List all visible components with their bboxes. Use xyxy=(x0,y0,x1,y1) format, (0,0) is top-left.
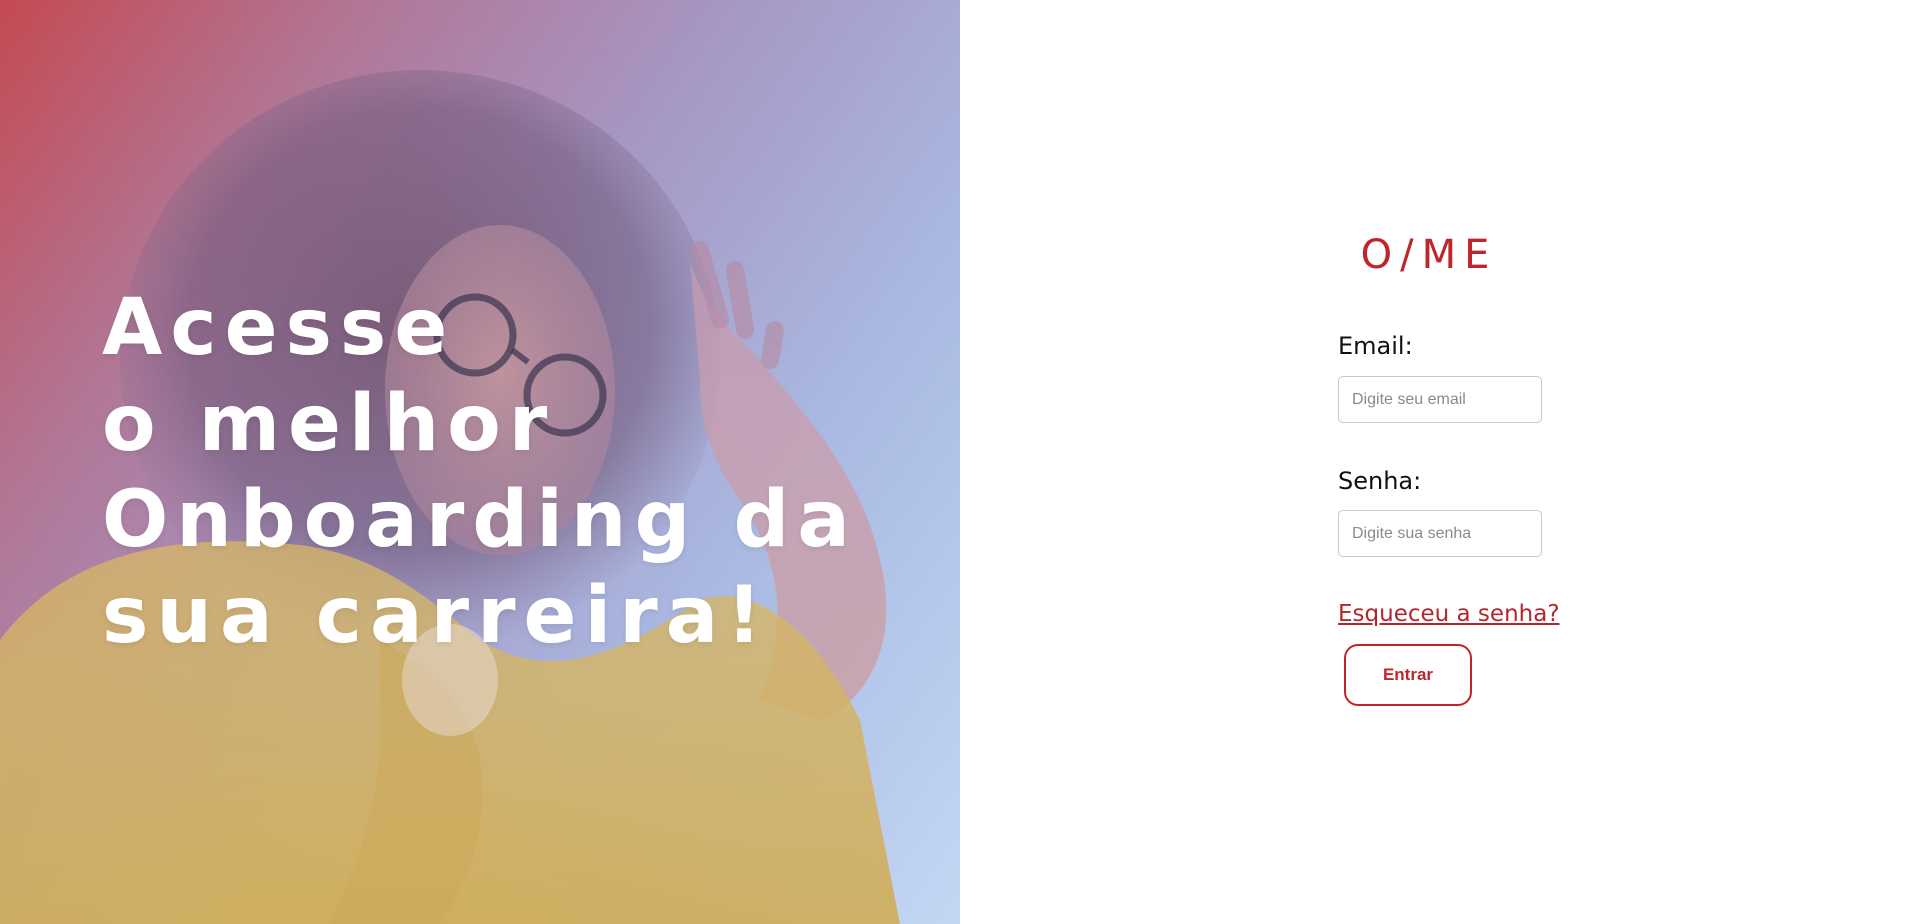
password-input[interactable] xyxy=(1338,510,1542,557)
email-input[interactable] xyxy=(1338,376,1542,423)
hero-panel: Acesse o melhor Onboarding da sua carrei… xyxy=(0,0,960,924)
hero-headline-line-1: Acesse xyxy=(102,283,456,373)
email-label: Email: xyxy=(1338,332,1413,360)
forgot-password-link[interactable]: Esqueceu a senha? xyxy=(1338,601,1560,627)
login-panel: O/ME Email: Senha: Esqueceu a senha? Ent… xyxy=(960,0,1920,924)
login-page: Acesse o melhor Onboarding da sua carrei… xyxy=(0,0,1920,924)
hero-headline-line-2: o melhor xyxy=(102,379,556,469)
hero-headline-line-3: Onboarding da xyxy=(102,475,858,565)
password-label: Senha: xyxy=(1338,467,1422,495)
submit-button[interactable]: Entrar xyxy=(1344,644,1472,706)
hero-headline: Acesse o melhor Onboarding da sua carrei… xyxy=(102,280,858,664)
hero-headline-line-4: sua carreira! xyxy=(102,571,770,661)
brand-logo: O/ME xyxy=(1360,232,1498,278)
